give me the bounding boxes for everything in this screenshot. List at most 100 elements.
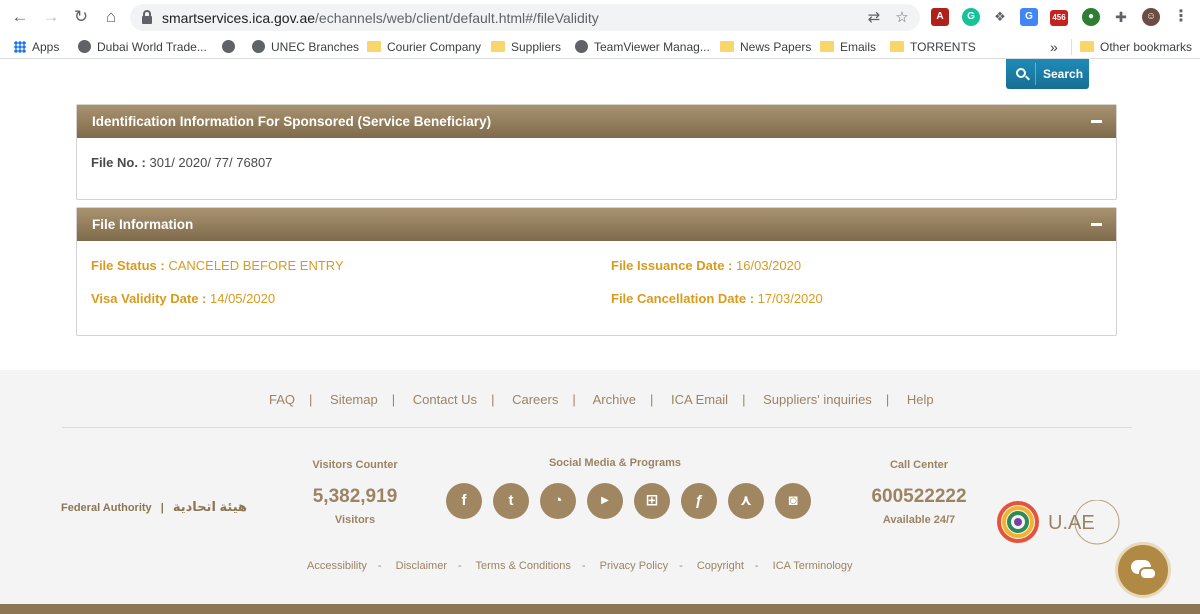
footer-link-ica-terminology[interactable]: ICA Terminology [773,560,853,572]
pdf-extension-icon[interactable]: A [931,8,949,26]
visa-validity-value: 14/05/2020 [210,291,276,306]
footer-bottom-bar [0,604,1200,614]
footer-link-privacy-policy[interactable]: Privacy Policy [600,560,668,572]
bookmark-torrents[interactable]: TORRENTS [890,39,976,55]
twitter-icon[interactable]: t [493,483,529,519]
collapse-icon[interactable] [1091,120,1102,123]
other-bookmarks[interactable]: Other bookmarks [1080,39,1192,55]
google-translate-icon[interactable]: G [1020,8,1038,26]
federal-authority-text: Federal Authority [61,502,152,514]
visitors-counter-title: Visitors Counter [312,459,398,471]
file-status-value: CANCELED BEFORE ENTRY [168,258,344,273]
federal-authority-arabic: هيئة اتحادية [172,499,248,514]
bookmark-emails[interactable]: Emails [820,39,876,55]
bookmark-apps[interactable]: Apps [14,39,59,55]
translate-icon[interactable]: ⇄ [864,8,884,28]
bookmark-globe[interactable] [222,39,241,55]
chat-icon-bubble [1139,567,1157,580]
forward-arrow-icon[interactable]: → [40,6,62,28]
footer-link-suppliers-inquiries[interactable]: Suppliers' inquiries [763,392,872,407]
file-status-field: File Status : CANCELED BEFORE ENTRY [91,258,344,273]
globe-icon [575,40,588,54]
flash-icon[interactable]: ƒ [681,483,717,519]
puzzle-icon[interactable]: ✚ [1112,8,1130,26]
bookmark-news-papers[interactable]: News Papers [720,39,811,55]
collapse-icon[interactable] [1091,223,1102,226]
footer-nav: FAQ | Sitemap | Contact Us | Careers | Archi… [269,392,934,407]
folder-icon [1080,41,1094,53]
file-no-field: File No. : 301/ 2020/ 77/ 76807 [91,155,272,170]
dropbox-icon[interactable]: ❖ [991,8,1009,26]
sponsored-info-panel: Identification Information For Sponsored… [76,104,1117,200]
footer-link-contact-us[interactable]: Contact Us [413,392,477,407]
file-cancellation-value: 17/03/2020 [757,291,823,306]
globe-icon [78,40,91,54]
rss-icon[interactable]: ◔ [540,483,576,519]
globe-icon [222,40,235,54]
file-info-panel-header[interactable]: File Information [77,208,1116,241]
folder-icon [890,41,904,53]
bookmark-dubai-world-trade[interactable]: Dubai World Trade... [78,39,207,55]
footer-link-disclaimer[interactable]: Disclaimer [396,560,447,572]
file-cancellation-label: File Cancellation Date : [611,291,755,306]
footer-link-help[interactable]: Help [907,392,934,407]
home-icon[interactable]: ⌂ [100,6,122,28]
call-center-title: Call Center [889,459,949,471]
sponsored-panel-header[interactable]: Identification Information For Sponsored… [77,105,1116,138]
button-divider [1035,63,1036,85]
windows-icon[interactable]: ⊞ [634,483,670,519]
pdf-icon[interactable]: ⋏ [728,483,764,519]
youtube-icon[interactable]: ▶ [587,483,623,519]
star-icon[interactable]: ☆ [892,8,912,28]
footer-link-archive[interactable]: Archive [593,392,636,407]
file-issuance-value: 16/03/2020 [736,258,802,273]
avatar[interactable]: ☺ [1142,8,1160,26]
footer-link-sitemap[interactable]: Sitemap [330,392,378,407]
folder-icon [367,41,381,53]
bookmark-unec-branches[interactable]: UNEC Branches [252,39,359,55]
instagram-icon[interactable]: ◙ [775,483,811,519]
globe-icon [252,40,265,54]
footer-divider [62,427,1132,428]
chat-button[interactable] [1115,542,1171,598]
call-center-availability: Available 24/7 [882,514,956,526]
footer-bottom-links: Accessibility - Disclaimer - Terms & Condi… [307,560,853,572]
apps-icon [14,40,26,53]
federal-authority-logo: Federal Authority | هيئة اتحادية [61,499,248,514]
extension-globe-icon[interactable]: ● [1082,8,1100,26]
browser-toolbar: ← → ↻ ⌂ smartservices.ica.gov.ae/echanne… [0,0,1200,35]
file-issuance-label: File Issuance Date : [611,258,733,273]
gmail-badge-icon[interactable]: 456 [1050,10,1068,26]
bookmarks-overflow[interactable]: » [1050,39,1058,55]
back-arrow-icon[interactable]: ← [9,6,31,28]
sponsored-panel-title: Identification Information For Sponsored… [92,114,492,129]
bookmarks-bar: Apps Dubai World Trade... UNEC Branches … [0,35,1200,59]
file-no-label: File No. : [91,155,146,170]
reload-icon[interactable]: ↻ [70,6,92,28]
footer-link-copyright[interactable]: Copyright [697,560,744,572]
bookmarks-divider [1071,39,1072,55]
footer-link-ica-email[interactable]: ICA Email [671,392,728,407]
bookmark-courier-company[interactable]: Courier Company [367,39,481,55]
search-button[interactable]: Search [1006,59,1089,89]
footer-link-terms[interactable]: Terms & Conditions [476,560,571,572]
social-media-title: Social Media & Programs [548,457,682,469]
footer-link-accessibility[interactable]: Accessibility [307,560,367,572]
bookmark-teamviewer[interactable]: TeamViewer Manag... [575,39,710,55]
bookmark-suppliers[interactable]: Suppliers [491,39,561,55]
file-info-panel-title: File Information [92,217,194,232]
footer-link-careers[interactable]: Careers [512,392,558,407]
footer-link-faq[interactable]: FAQ [269,392,295,407]
folder-icon [720,41,734,53]
menu-dots-icon[interactable]: ⋮ [1172,8,1190,26]
grammarly-icon[interactable]: G [962,8,980,26]
call-center-number: 600522222 [871,486,967,507]
file-no-value: 301/ 2020/ 77/ 76807 [149,155,273,170]
url-text: smartservices.ica.gov.ae/echannels/web/c… [162,10,599,26]
file-issuance-date-field: File Issuance Date : 16/03/2020 [611,258,801,273]
search-button-label: Search [1043,67,1084,81]
facebook-icon[interactable]: f [446,483,482,519]
address-bar[interactable]: smartservices.ica.gov.ae/echannels/web/c… [130,4,920,31]
file-information-panel: File Information File Status : CANCELED … [76,207,1117,336]
lock-icon [142,10,152,24]
